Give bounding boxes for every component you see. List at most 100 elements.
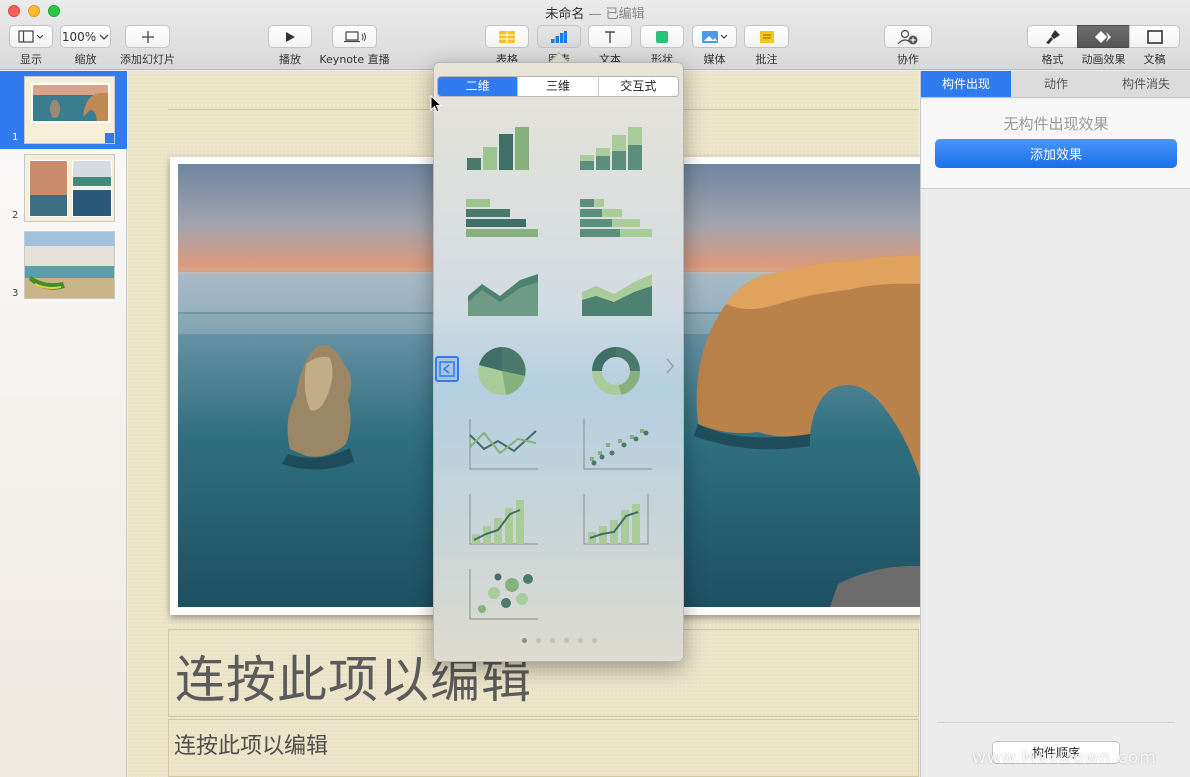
stacked-area-chart-icon bbox=[582, 274, 652, 316]
play-icon bbox=[286, 31, 295, 42]
bubble-chart-icon bbox=[469, 569, 538, 620]
page-dot[interactable] bbox=[564, 638, 569, 643]
tab-build-in[interactable]: 构件出现 bbox=[921, 71, 1011, 97]
watermark-text: www.MacDown.com bbox=[972, 748, 1157, 768]
tab-3d[interactable]: 三维 bbox=[518, 77, 599, 96]
donut-chart-icon bbox=[592, 347, 640, 395]
stacked-bar-chart-icon bbox=[580, 199, 652, 237]
keynote-live-button[interactable] bbox=[332, 25, 377, 48]
table-icon bbox=[499, 30, 515, 43]
page-indicator bbox=[434, 638, 683, 643]
area-chart-option[interactable] bbox=[462, 266, 542, 326]
page-dot[interactable] bbox=[578, 638, 583, 643]
page-dot[interactable] bbox=[550, 638, 555, 643]
pie-chart-option[interactable] bbox=[462, 338, 542, 398]
stacked-column-chart-option[interactable] bbox=[576, 121, 656, 181]
body-text[interactable]: 连按此项以编辑 bbox=[174, 728, 328, 760]
pie-chart-icon bbox=[478, 347, 526, 395]
zoom-value: 100% bbox=[61, 29, 97, 44]
column-chart-option[interactable] bbox=[462, 121, 542, 181]
column-chart-icon bbox=[467, 127, 529, 170]
donut-chart-option[interactable] bbox=[576, 338, 656, 398]
tab-build-out[interactable]: 构件消失 bbox=[1101, 71, 1190, 97]
two-axis-chart-icon bbox=[583, 494, 649, 545]
page-dot[interactable] bbox=[536, 638, 541, 643]
tab-2d[interactable]: 二维 bbox=[438, 77, 519, 96]
mouse-cursor-icon bbox=[430, 95, 442, 113]
text-icon bbox=[605, 30, 615, 43]
comment-icon bbox=[759, 30, 774, 43]
shape-button[interactable] bbox=[640, 25, 684, 48]
add-slide-button[interactable] bbox=[125, 25, 170, 48]
chart-dimension-segmented-control: 二维 三维 交互式 bbox=[437, 76, 679, 97]
chevron-down-icon bbox=[99, 34, 109, 40]
add-effect-button[interactable]: 添加效果 bbox=[935, 139, 1177, 168]
play-button[interactable] bbox=[268, 25, 312, 48]
bubble-chart-option[interactable] bbox=[462, 563, 542, 623]
view-button[interactable] bbox=[9, 25, 53, 48]
media-button[interactable] bbox=[692, 25, 737, 48]
chart-picker-popover: 二维 三维 交互式 bbox=[433, 62, 684, 662]
slide-number: 3 bbox=[12, 288, 19, 299]
zoom-select[interactable]: 100% bbox=[60, 25, 111, 48]
slide-thumbnail-3[interactable] bbox=[24, 231, 115, 299]
slide-2-preview bbox=[25, 155, 114, 221]
table-button[interactable] bbox=[485, 25, 529, 48]
animate-button[interactable] bbox=[1077, 25, 1130, 48]
two-axis-chart-option[interactable] bbox=[576, 488, 656, 548]
no-effect-text: 无构件出现效果 bbox=[1003, 115, 1109, 133]
page-dot[interactable] bbox=[592, 638, 597, 643]
comment-button[interactable] bbox=[744, 25, 789, 48]
chart-button[interactable] bbox=[537, 25, 581, 48]
keynote-live-icon bbox=[343, 30, 366, 42]
bar-chart-option[interactable] bbox=[462, 193, 542, 253]
document-icon bbox=[1146, 29, 1163, 44]
next-page-button[interactable] bbox=[664, 356, 676, 382]
document-label: 文稿 bbox=[1143, 53, 1166, 66]
slide-3-preview bbox=[25, 232, 114, 298]
bar-chart-icon bbox=[466, 199, 538, 237]
animate-label: 动画效果 bbox=[1081, 53, 1126, 66]
sidebar-view-icon bbox=[18, 29, 44, 43]
collaborate-button[interactable] bbox=[884, 25, 932, 48]
format-button[interactable] bbox=[1027, 25, 1078, 48]
scatter-chart-option[interactable] bbox=[576, 413, 656, 473]
media-icon bbox=[701, 30, 727, 43]
tab-interactive[interactable]: 交互式 bbox=[599, 77, 678, 96]
line-chart-icon bbox=[469, 419, 538, 470]
line-chart-option[interactable] bbox=[462, 413, 542, 473]
shape-icon bbox=[656, 30, 668, 43]
bar-chart-icon bbox=[551, 30, 567, 43]
tab-action[interactable]: 动作 bbox=[1011, 71, 1101, 97]
inspector-divider bbox=[937, 722, 1175, 723]
plus-icon bbox=[141, 30, 154, 43]
mixed-chart-icon bbox=[469, 494, 538, 545]
slide-number: 2 bbox=[12, 210, 19, 221]
inspector-tabs: 构件出现 动作 构件消失 bbox=[921, 71, 1190, 98]
text-button[interactable] bbox=[588, 25, 632, 48]
mixed-chart-option[interactable] bbox=[462, 488, 542, 548]
stacked-area-chart-option[interactable] bbox=[576, 266, 656, 326]
chevron-right-icon bbox=[666, 358, 675, 374]
zoom-label: 缩放 bbox=[74, 53, 97, 66]
window-toolbar: 未命名 — 已编辑 显示 100% 缩放 添加幻灯片 播放 Keynote 直播… bbox=[0, 0, 1190, 70]
slide-1-preview bbox=[25, 77, 114, 143]
paintbrush-icon bbox=[1045, 29, 1060, 44]
window-title: 未命名 — 已编辑 bbox=[545, 7, 645, 22]
slide-thumbnail-1[interactable] bbox=[24, 76, 115, 144]
scatter-chart-icon bbox=[583, 419, 652, 470]
media-label: 媒体 bbox=[703, 53, 726, 66]
comment-label: 批注 bbox=[755, 53, 778, 66]
build-in-panel: 无构件出现效果 添加效果 bbox=[921, 99, 1190, 189]
add-slide-label: 添加幻灯片 bbox=[120, 53, 175, 66]
animate-icon bbox=[1094, 30, 1111, 43]
stacked-bar-chart-option[interactable] bbox=[576, 193, 656, 253]
slide-thumbnail-2[interactable] bbox=[24, 154, 115, 222]
previous-page-button[interactable] bbox=[435, 356, 459, 382]
body-placeholder[interactable]: 连按此项以编辑 bbox=[168, 719, 919, 777]
document-button[interactable] bbox=[1129, 25, 1180, 48]
slide-number: 1 bbox=[12, 132, 19, 143]
collaborate-label: 协作 bbox=[897, 53, 919, 66]
page-dot[interactable] bbox=[522, 638, 527, 643]
format-label: 格式 bbox=[1041, 53, 1064, 66]
